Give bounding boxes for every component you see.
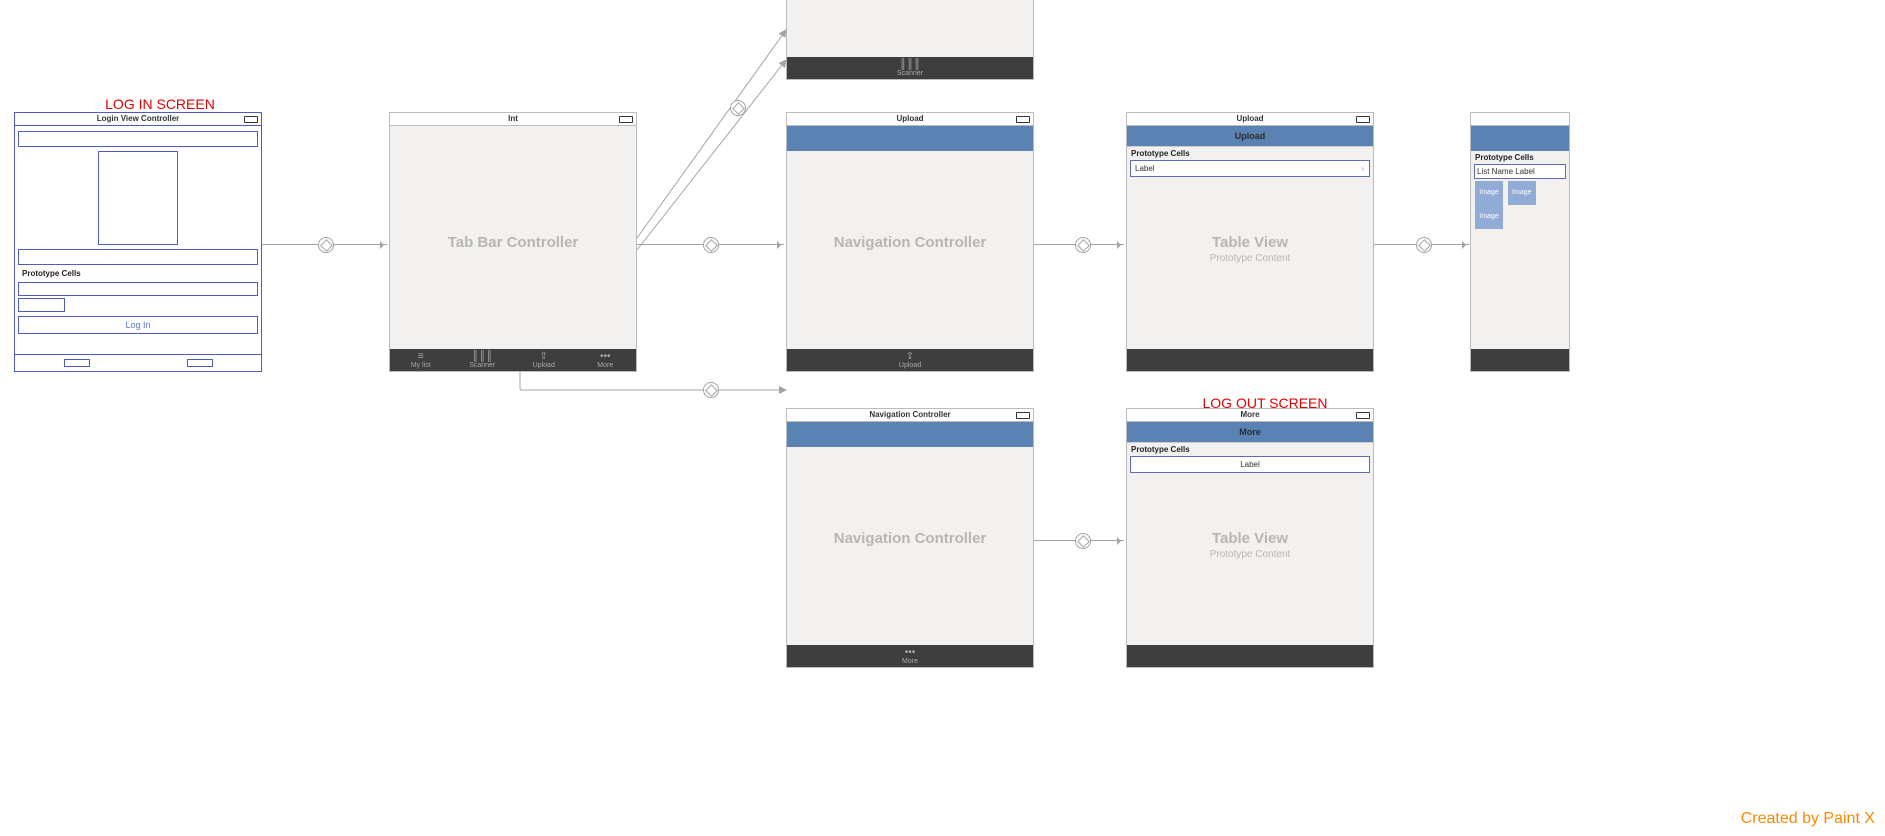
screen-table-more[interactable]: More More Prototype Cells Label Table Vi…	[1126, 408, 1374, 668]
tab-mylist[interactable]: ≡My list	[390, 352, 452, 369]
more-icon: •••	[787, 648, 1033, 658]
upload-icon: ⇪	[513, 352, 575, 362]
prototype-cell[interactable]: List Name Label	[1474, 164, 1566, 179]
tab-scanner[interactable]: ║║║Scanner	[452, 352, 514, 369]
image-chip[interactable]: Image	[1475, 205, 1503, 229]
watermark: Created by Paint X	[1741, 810, 1875, 828]
prototype-cells-label: Prototype Cells	[18, 267, 258, 280]
tab-upload[interactable]: ⇪Upload	[787, 352, 1033, 369]
title-bar: Login View Controller	[15, 113, 261, 126]
battery-icon	[1016, 116, 1030, 123]
nav-bar-blue	[1471, 126, 1569, 151]
footer-slot	[64, 359, 90, 367]
title-bar: More	[1127, 409, 1373, 422]
screen-table-upload[interactable]: Upload Upload Prototype Cells Label › Ta…	[1126, 112, 1374, 372]
tab-more[interactable]: •••More	[787, 648, 1033, 665]
login-small-field[interactable]	[18, 298, 65, 312]
tab-bar: ⇪Upload	[787, 349, 1033, 371]
image-chip[interactable]: Image	[1475, 181, 1503, 205]
segue-icon[interactable]	[703, 237, 719, 253]
chevron-right-icon: ›	[1361, 164, 1364, 173]
segue-icon[interactable]	[318, 237, 334, 253]
controller-label: Navigation Controller	[787, 530, 1033, 547]
segue-icon[interactable]	[1075, 237, 1091, 253]
segue-icon[interactable]	[730, 100, 746, 116]
screen-nav-upload[interactable]: Upload Navigation Controller ⇪Upload	[786, 112, 1034, 372]
list-icon: ≡	[390, 352, 452, 362]
battery-icon	[1356, 116, 1370, 123]
controller-label: Tab Bar Controller	[390, 234, 636, 251]
title-bar	[1471, 113, 1569, 126]
title-bar: Upload	[1127, 113, 1373, 126]
nav-bar-blue	[787, 422, 1033, 447]
controller-label: Table View Prototype Content	[1127, 234, 1373, 264]
login-image-placeholder	[98, 151, 178, 245]
tab-more[interactable]: •••More	[575, 352, 637, 369]
title-bar: Navigation Controller	[787, 409, 1033, 422]
annotation-login: LOG IN SCREEN	[80, 96, 240, 112]
more-icon: •••	[575, 352, 637, 362]
barcode-icon: ║║║	[452, 352, 514, 362]
storyboard-canvas[interactable]: LOG IN SCREEN LOG OUT SCREEN Created by …	[0, 0, 1885, 836]
tab-bar	[1471, 349, 1569, 371]
tab-bar	[1127, 645, 1373, 667]
nav-bar-blue	[787, 126, 1033, 151]
tab-scanner[interactable]: ║║║Scanner	[787, 60, 1033, 77]
battery-icon	[619, 116, 633, 123]
login-footer	[15, 354, 261, 371]
prototype-cells-label: Prototype Cells	[1471, 151, 1569, 164]
footer-slot	[187, 359, 213, 367]
prototype-cells-label: Prototype Cells	[1127, 443, 1373, 456]
login-button[interactable]: Log In	[18, 316, 258, 334]
screen-login[interactable]: Login View Controller Prototype Cells Lo…	[14, 112, 262, 372]
upload-icon: ⇪	[787, 352, 1033, 362]
segue-icon[interactable]	[1416, 237, 1432, 253]
cell-label: Label	[1240, 460, 1260, 469]
tab-upload[interactable]: ⇪Upload	[513, 352, 575, 369]
battery-icon	[1016, 412, 1030, 419]
segue-icon[interactable]	[1075, 533, 1091, 549]
login-field[interactable]	[18, 131, 258, 147]
screen-tabbar[interactable]: Int Tab Bar Controller ≡My list ║║║Scann…	[389, 112, 637, 372]
tab-bar: •••More	[787, 645, 1033, 667]
controller-label: Table View Prototype Content	[1127, 530, 1373, 560]
nav-bar: Upload	[1127, 126, 1373, 147]
login-field[interactable]	[18, 249, 258, 265]
nav-bar: More	[1127, 422, 1373, 443]
screen-collection-fragment[interactable]: Prototype Cells List Name Label Image Im…	[1470, 112, 1570, 372]
prototype-cells-label: Prototype Cells	[1127, 147, 1373, 160]
battery-icon	[1356, 412, 1370, 419]
prototype-cell[interactable]	[18, 282, 258, 296]
tab-bar	[1127, 349, 1373, 371]
screen-scanner-fragment[interactable]: ║║║Scanner	[786, 0, 1034, 80]
cell-label: List Name Label	[1477, 167, 1535, 176]
barcode-icon: ║║║	[787, 60, 1033, 70]
battery-icon	[244, 116, 258, 123]
title-bar: Int	[390, 113, 636, 126]
tab-bar: ≡My list ║║║Scanner ⇪Upload •••More	[390, 349, 636, 371]
controller-label: Navigation Controller	[787, 234, 1033, 251]
prototype-cell[interactable]: Label	[1130, 456, 1370, 473]
cell-label: Label	[1135, 164, 1155, 173]
segue-icon[interactable]	[703, 382, 719, 398]
tab-bar: ║║║Scanner	[787, 57, 1033, 79]
title-bar: Upload	[787, 113, 1033, 126]
prototype-cell[interactable]: Label ›	[1130, 160, 1370, 177]
screen-nav-more[interactable]: Navigation Controller Navigation Control…	[786, 408, 1034, 668]
image-chip[interactable]: Image	[1508, 181, 1536, 205]
